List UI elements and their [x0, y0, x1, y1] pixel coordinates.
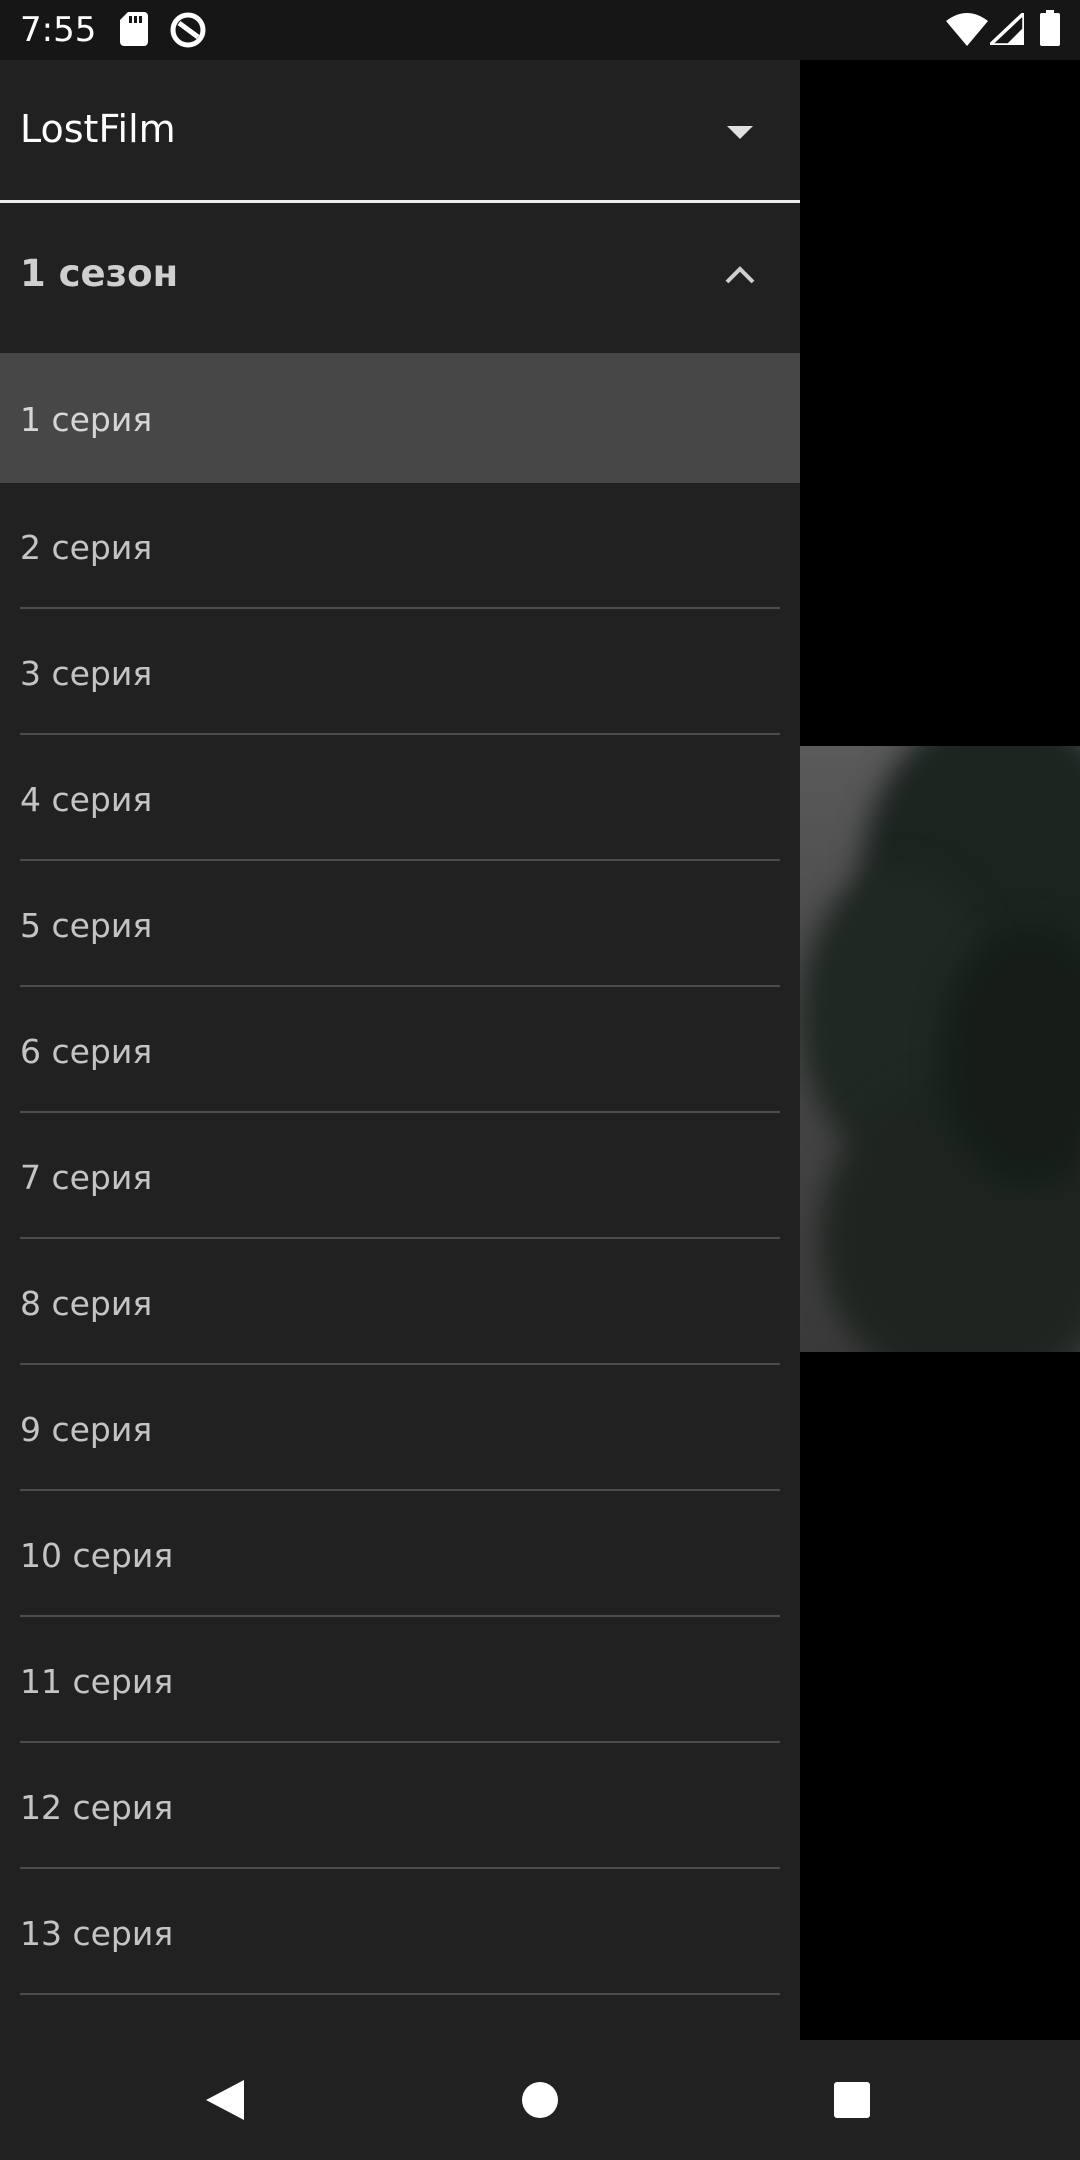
episode-label: 3 серия	[20, 654, 153, 693]
episode-item[interactable]: 6 серия	[0, 987, 800, 1113]
navigation-bar	[0, 2040, 1080, 2160]
season-label: 1 сезон	[20, 252, 179, 295]
data-saver-icon	[168, 10, 208, 54]
episode-item[interactable]: 12 серия	[0, 1743, 800, 1869]
episode-item[interactable]: 4 серия	[0, 735, 800, 861]
episode-item[interactable]: 1 серия	[0, 353, 800, 483]
episode-item[interactable]: 2 серия	[0, 483, 800, 609]
episode-label: 4 серия	[20, 780, 153, 819]
source-dropdown-value: LostFilm	[20, 107, 176, 151]
episode-label: 10 серия	[20, 1536, 174, 1575]
episode-label: 9 серия	[20, 1410, 153, 1449]
episode-label: 1 серия	[20, 400, 153, 439]
episode-item[interactable]: 13 серия	[0, 1869, 800, 1995]
wifi-icon	[946, 12, 988, 50]
episode-item[interactable]: 11 серия	[0, 1617, 800, 1743]
episode-item[interactable]: 7 серия	[0, 1113, 800, 1239]
episode-label: 8 серия	[20, 1284, 153, 1323]
app-screen: 7:55 LostFilm 1 сезон 1 серия 2 серия 3 …	[0, 0, 1080, 2160]
episode-item[interactable]: 3 серия	[0, 609, 800, 735]
episode-drawer: LostFilm 1 сезон 1 серия 2 серия 3 серия 4 …	[0, 60, 800, 2040]
back-icon[interactable]	[166, 2040, 286, 2160]
episode-label: 12 серия	[20, 1788, 174, 1827]
cell-signal-icon	[985, 8, 1026, 49]
status-bar: 7:55	[0, 0, 1080, 60]
episode-item[interactable]: 9 серия	[0, 1365, 800, 1491]
battery-icon	[1040, 10, 1060, 50]
episode-item[interactable]: 14 серия	[0, 1995, 800, 2040]
episode-label: 13 серия	[20, 1914, 174, 1953]
episode-label: 5 серия	[20, 906, 153, 945]
video-frame	[800, 746, 1080, 1352]
source-dropdown[interactable]: LostFilm	[0, 60, 800, 203]
episode-label: 6 серия	[20, 1032, 153, 1071]
episode-item[interactable]: 5 серия	[0, 861, 800, 987]
episode-item[interactable]: 8 серия	[0, 1239, 800, 1365]
dropdown-caret-icon	[727, 126, 753, 139]
sd-card-icon	[120, 12, 148, 50]
episode-list: 1 серия 2 серия 3 серия 4 серия 5 серия 6 сер…	[0, 353, 800, 2040]
recents-icon[interactable]	[792, 2040, 912, 2160]
episode-label: 2 серия	[20, 528, 153, 567]
episode-label: 7 серия	[20, 1158, 153, 1197]
home-icon[interactable]	[480, 2040, 600, 2160]
status-time: 7:55	[20, 10, 97, 50]
episode-label: 11 серия	[20, 1662, 174, 1701]
season-header[interactable]: 1 сезон	[0, 203, 800, 353]
chevron-up-icon	[724, 263, 756, 285]
episode-item[interactable]: 10 серия	[0, 1491, 800, 1617]
